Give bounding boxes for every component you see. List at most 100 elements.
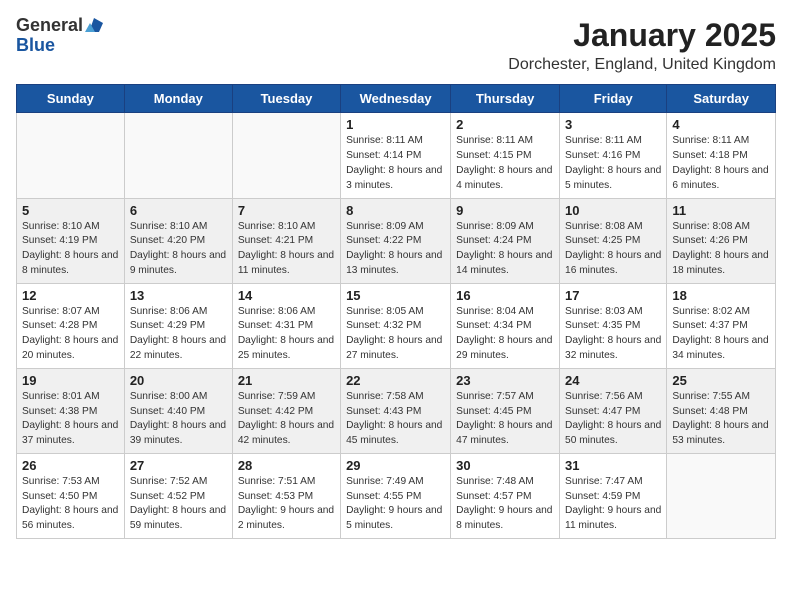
- weekday-header: Tuesday: [232, 85, 340, 113]
- calendar-cell: 6Sunrise: 8:10 AM Sunset: 4:20 PM Daylig…: [124, 198, 232, 283]
- calendar-cell: 1 Sunrise: 8:11 AM Sunset: 4:14 PM Daylig…: [341, 113, 451, 198]
- day-number: 11: [672, 203, 770, 218]
- calendar-cell: 20 Sunrise: 8:00 AM Sunset: 4:40 PM Dayli…: [124, 368, 232, 453]
- day-info: Sunrise: 8:06 AM Sunset: 4:31 PM Dayligh…: [238, 305, 335, 364]
- day-info: Sunrise: 8:10 AM Sunset: 4:21 PM Dayligh…: [238, 220, 335, 279]
- day-number: 28: [238, 458, 335, 473]
- day-info: Sunrise: 7:59 AM Sunset: 4:42 PM Dayligh…: [238, 390, 335, 449]
- calendar-cell: 4 Sunrise: 8:11 AM Sunset: 4:18 PM Daylig…: [667, 113, 776, 198]
- calendar-cell: 23 Sunrise: 7:57 AM Sunset: 4:45 PM Dayli…: [451, 368, 560, 453]
- calendar-cell: [667, 453, 776, 538]
- day-number: 31: [565, 458, 661, 473]
- weekday-header: Wednesday: [341, 85, 451, 113]
- day-info: Sunrise: 7:57 AM Sunset: 4:45 PM Dayligh…: [456, 390, 554, 449]
- header: General Blue January 2025 Dorchester, En…: [16, 16, 776, 74]
- calendar-cell: [124, 113, 232, 198]
- calendar-cell: 30 Sunrise: 7:48 AM Sunset: 4:57 PM Dayli…: [451, 453, 560, 538]
- day-number: 25: [672, 373, 770, 388]
- day-number: 3: [565, 117, 661, 132]
- calendar-cell: 29Sunrise: 7:49 AM Sunset: 4:55 PM Dayli…: [341, 453, 451, 538]
- calendar-week-row: 26Sunrise: 7:53 AM Sunset: 4:50 PM Dayli…: [17, 453, 776, 538]
- calendar-cell: 15 Sunrise: 8:05 AM Sunset: 4:32 PM Dayli…: [341, 283, 451, 368]
- logo-blue-text: Blue: [16, 36, 55, 56]
- day-number: 24: [565, 373, 661, 388]
- day-info: Sunrise: 7:56 AM Sunset: 4:47 PM Dayligh…: [565, 390, 661, 449]
- day-info: Sunrise: 8:03 AM Sunset: 4:35 PM Dayligh…: [565, 305, 661, 364]
- calendar-cell: [17, 113, 125, 198]
- day-info: Sunrise: 8:07 AM Sunset: 4:28 PM Dayligh…: [22, 305, 119, 364]
- day-number: 26: [22, 458, 119, 473]
- logo-general-text: General: [16, 16, 83, 36]
- weekday-header: Saturday: [667, 85, 776, 113]
- calendar-cell: 27 Sunrise: 7:52 AM Sunset: 4:52 PM Dayli…: [124, 453, 232, 538]
- calendar-cell: 14Sunrise: 8:06 AM Sunset: 4:31 PM Dayli…: [232, 283, 340, 368]
- day-number: 5: [22, 203, 119, 218]
- calendar-cell: 17 Sunrise: 8:03 AM Sunset: 4:35 PM Dayli…: [560, 283, 667, 368]
- day-info: Sunrise: 7:52 AM Sunset: 4:52 PM Dayligh…: [130, 475, 227, 534]
- day-number: 7: [238, 203, 335, 218]
- calendar-cell: 7 Sunrise: 8:10 AM Sunset: 4:21 PM Daylig…: [232, 198, 340, 283]
- day-number: 22: [346, 373, 445, 388]
- day-number: 6: [130, 203, 227, 218]
- day-number: 20: [130, 373, 227, 388]
- logo-icon: [85, 18, 103, 34]
- day-number: 18: [672, 288, 770, 303]
- day-info: Sunrise: 8:11 AM Sunset: 4:14 PM Dayligh…: [346, 134, 445, 193]
- calendar-week-row: 12Sunrise: 8:07 AM Sunset: 4:28 PM Dayli…: [17, 283, 776, 368]
- day-number: 23: [456, 373, 554, 388]
- day-number: 8: [346, 203, 445, 218]
- day-number: 9: [456, 203, 554, 218]
- day-number: 1: [346, 117, 445, 132]
- weekday-header: Friday: [560, 85, 667, 113]
- day-info: Sunrise: 7:51 AM Sunset: 4:53 PM Dayligh…: [238, 475, 335, 534]
- day-info: Sunrise: 7:55 AM Sunset: 4:48 PM Dayligh…: [672, 390, 770, 449]
- calendar-cell: 13 Sunrise: 8:06 AM Sunset: 4:29 PM Dayli…: [124, 283, 232, 368]
- day-info: Sunrise: 8:05 AM Sunset: 4:32 PM Dayligh…: [346, 305, 445, 364]
- day-info: Sunrise: 8:04 AM Sunset: 4:34 PM Dayligh…: [456, 305, 554, 364]
- calendar-header-row: SundayMondayTuesdayWednesdayThursdayFrid…: [17, 85, 776, 113]
- day-info: Sunrise: 8:10 AM Sunset: 4:19 PM Dayligh…: [22, 220, 119, 279]
- calendar-cell: 24 Sunrise: 7:56 AM Sunset: 4:47 PM Dayli…: [560, 368, 667, 453]
- calendar-cell: 8 Sunrise: 8:09 AM Sunset: 4:22 PM Daylig…: [341, 198, 451, 283]
- calendar-cell: 16 Sunrise: 8:04 AM Sunset: 4:34 PM Dayli…: [451, 283, 560, 368]
- calendar-week-row: 19 Sunrise: 8:01 AM Sunset: 4:38 PM Dayli…: [17, 368, 776, 453]
- day-info: Sunrise: 8:01 AM Sunset: 4:38 PM Dayligh…: [22, 390, 119, 449]
- day-info: Sunrise: 8:02 AM Sunset: 4:37 PM Dayligh…: [672, 305, 770, 364]
- calendar-cell: 9 Sunrise: 8:09 AM Sunset: 4:24 PM Daylig…: [451, 198, 560, 283]
- calendar-cell: 21 Sunrise: 7:59 AM Sunset: 4:42 PM Dayli…: [232, 368, 340, 453]
- calendar-cell: 2Sunrise: 8:11 AM Sunset: 4:15 PM Daylig…: [451, 113, 560, 198]
- day-info: Sunrise: 8:09 AM Sunset: 4:22 PM Dayligh…: [346, 220, 445, 279]
- day-number: 30: [456, 458, 554, 473]
- calendar-week-row: 1 Sunrise: 8:11 AM Sunset: 4:14 PM Daylig…: [17, 113, 776, 198]
- day-info: Sunrise: 8:09 AM Sunset: 4:24 PM Dayligh…: [456, 220, 554, 279]
- day-number: 19: [22, 373, 119, 388]
- day-info: Sunrise: 7:48 AM Sunset: 4:57 PM Dayligh…: [456, 475, 554, 534]
- weekday-header: Thursday: [451, 85, 560, 113]
- day-info: Sunrise: 7:58 AM Sunset: 4:43 PM Dayligh…: [346, 390, 445, 449]
- day-info: Sunrise: 8:11 AM Sunset: 4:18 PM Dayligh…: [672, 134, 770, 193]
- day-number: 2: [456, 117, 554, 132]
- title-area: January 2025 Dorchester, England, United…: [508, 16, 776, 74]
- calendar-week-row: 5 Sunrise: 8:10 AM Sunset: 4:19 PM Daylig…: [17, 198, 776, 283]
- calendar-cell: 31Sunrise: 7:47 AM Sunset: 4:59 PM Dayli…: [560, 453, 667, 538]
- calendar-cell: 3 Sunrise: 8:11 AM Sunset: 4:16 PM Daylig…: [560, 113, 667, 198]
- day-number: 21: [238, 373, 335, 388]
- day-number: 17: [565, 288, 661, 303]
- calendar-cell: 11Sunrise: 8:08 AM Sunset: 4:26 PM Dayli…: [667, 198, 776, 283]
- title-month: January 2025: [508, 16, 776, 54]
- day-number: 13: [130, 288, 227, 303]
- day-number: 15: [346, 288, 445, 303]
- calendar-table: SundayMondayTuesdayWednesdayThursdayFrid…: [16, 84, 776, 539]
- day-number: 27: [130, 458, 227, 473]
- day-number: 16: [456, 288, 554, 303]
- day-number: 29: [346, 458, 445, 473]
- day-info: Sunrise: 8:00 AM Sunset: 4:40 PM Dayligh…: [130, 390, 227, 449]
- calendar-cell: 5 Sunrise: 8:10 AM Sunset: 4:19 PM Daylig…: [17, 198, 125, 283]
- day-info: Sunrise: 8:08 AM Sunset: 4:25 PM Dayligh…: [565, 220, 661, 279]
- day-info: Sunrise: 8:11 AM Sunset: 4:16 PM Dayligh…: [565, 134, 661, 193]
- calendar-cell: 18 Sunrise: 8:02 AM Sunset: 4:37 PM Dayli…: [667, 283, 776, 368]
- logo: General Blue: [16, 16, 103, 56]
- day-info: Sunrise: 8:06 AM Sunset: 4:29 PM Dayligh…: [130, 305, 227, 364]
- day-number: 4: [672, 117, 770, 132]
- calendar-cell: 22 Sunrise: 7:58 AM Sunset: 4:43 PM Dayli…: [341, 368, 451, 453]
